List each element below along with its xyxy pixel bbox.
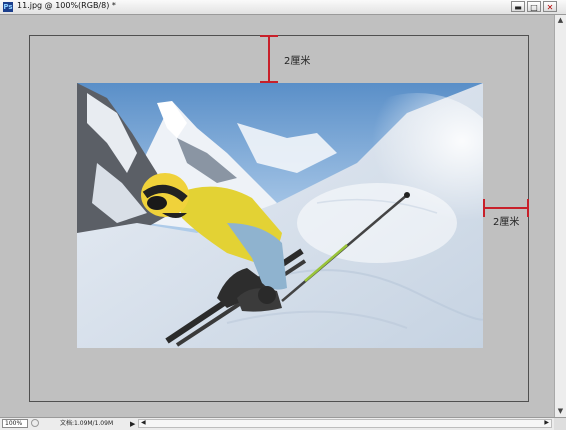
close-button[interactable]: ✕	[543, 1, 557, 12]
ski-photo	[77, 83, 483, 348]
document-size-info: 文档:1.09M/1.09M	[60, 420, 114, 427]
document-titlebar: Ps 11.jpg @ 100%(RGB/8) * ▬ □ ✕	[0, 0, 566, 15]
scroll-down-icon[interactable]: ▼	[555, 406, 566, 417]
marker-line	[268, 35, 270, 83]
vertical-scrollbar[interactable]: ▲ ▼	[554, 15, 566, 417]
minimize-button[interactable]: ▬	[511, 1, 525, 12]
scroll-right-icon[interactable]: ▶	[544, 419, 549, 426]
status-icon[interactable]	[31, 419, 39, 427]
right-margin-label: 2厘米	[493, 217, 520, 228]
photoshop-app-icon: Ps	[3, 2, 13, 12]
top-margin-marker	[260, 35, 278, 83]
top-margin-label: 2厘米	[284, 56, 311, 67]
horizontal-scrollbar[interactable]: ◀ ▶	[138, 419, 552, 428]
status-bar: 100% 文档:1.09M/1.09M ▶ ◀ ▶	[0, 417, 566, 430]
marker-line	[483, 207, 529, 209]
zoom-input[interactable]: 100%	[2, 419, 28, 428]
marker-cap-right	[527, 199, 529, 217]
scroll-up-icon[interactable]: ▲	[555, 15, 566, 26]
document-title: 11.jpg @ 100%(RGB/8) *	[17, 1, 116, 10]
resize-corner[interactable]	[554, 418, 566, 430]
arrow-right-icon[interactable]: ▶	[130, 419, 135, 429]
scroll-left-icon[interactable]: ◀	[141, 419, 146, 426]
marker-cap-bottom	[260, 81, 278, 83]
maximize-button[interactable]: □	[527, 1, 541, 12]
